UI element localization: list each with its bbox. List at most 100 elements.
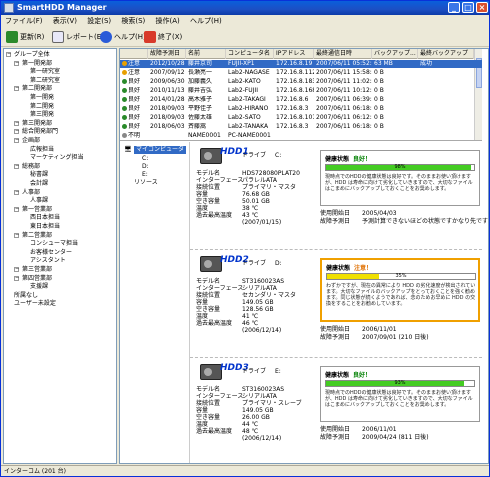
tree-item[interactable]: 総合開発部門 [22,128,58,136]
tree-item[interactable]: 第二営業部 [22,232,52,240]
tree-item[interactable]: 第二開発部 [22,85,52,93]
tree-item[interactable]: 第三開発部 [22,120,52,128]
spec-value: プライマリ・マスタ [242,184,297,191]
table-cell: Lab2-TANAKA [228,123,269,130]
table-cell: 172.16.8.168 [276,87,314,94]
tree-expand-icon[interactable]: − [14,138,19,143]
tree-expand-icon[interactable]: − [14,60,19,66]
tree-item[interactable]: 第一研究室 [30,68,60,76]
health-status: 良好！ [353,372,372,379]
computer-icon: 🖥 [124,146,132,153]
table-row[interactable]: 良好 2009/06/30 加藤義久 Lab2-KATO 172.16.8.183 200… [120,78,482,86]
table-cell: Lab2-TAKAGI [228,96,266,103]
maximize-button[interactable]: □ [462,2,474,13]
table-cell [148,132,186,140]
tree-expand-icon[interactable]: − [14,267,19,272]
help-button[interactable]: ヘルプ(H) [99,30,146,44]
tree-expand-icon[interactable]: − [14,86,19,92]
table-cell: 0 B [374,78,384,85]
tree-item[interactable]: アシスタント [30,257,66,265]
column-header[interactable]: コンピュータ名 [226,49,274,59]
status-text: 良好 [128,114,141,121]
menu-settings[interactable]: 設定(S) [83,15,115,27]
drive-tree-c[interactable]: C: [142,155,148,163]
tree-item[interactable]: 人事部 [22,189,40,197]
start-date: 2005/04/03 [362,210,397,217]
menu-search[interactable]: 検索(S) [117,15,149,27]
table-row[interactable]: 注意 2007/09/12 長瀬亮一 Lab2-NAGASE 172.16.8.112 2… [120,69,482,77]
tree-item[interactable]: ユーザー未設定 [14,300,56,308]
tree-item[interactable]: コンシューマ担当 [30,240,78,248]
column-header[interactable]: 最終バックアップ [418,49,474,59]
tree-expand-icon[interactable]: − [14,129,19,135]
tree-item[interactable]: 総務部 [22,163,40,171]
tree-item[interactable]: 第四営業部 [22,275,52,283]
status-dot-icon [122,70,127,75]
table-cell: 0 B [374,96,384,103]
menu-help[interactable]: ヘルプ(H) [186,15,226,27]
tree-item[interactable]: 第二開発 [30,103,54,111]
close-button[interactable]: × [476,2,488,13]
tree-item[interactable]: 第三営業部 [22,266,52,274]
table-row[interactable]: 良好 2018/09/03 平野佳子 Lab2-HIRANO 172.16.8.3 200… [120,105,482,113]
tree-expand-icon[interactable]: − [6,52,11,57]
tree-item[interactable]: お客様センター [30,249,72,257]
tree-item[interactable]: 第一開発 [30,94,54,102]
drive-letter: E: [275,368,281,375]
exit-button[interactable]: 終了(X) [143,30,182,44]
minimize-button[interactable]: _ [448,2,460,13]
tree-item[interactable]: 第二研究室 [30,77,60,85]
column-header[interactable]: IPアドレス [274,49,314,59]
tree-expand-icon[interactable]: − [14,275,19,281]
table-cell [314,132,372,140]
tree-item[interactable]: 人事課 [30,197,48,205]
column-header[interactable]: 故障予測日 [148,49,186,59]
update-button[interactable]: 更新(R) [5,30,44,44]
tree-item[interactable]: 西日本担当 [30,214,60,222]
tree-item[interactable]: 所属なし [14,292,38,300]
table-row[interactable]: 良好 2010/11/13 藤井吉弘 Lab2-FUJII 172.16.8.168 20… [120,87,482,95]
menu-view[interactable]: 表示(V) [49,15,81,27]
spec-value: (2007/01/15) [242,219,282,226]
table-row[interactable]: 注意 2012/10/28 藤井京司 FUJII-XP1 172.16.8.19 2007… [120,60,482,68]
tree-expand-icon[interactable]: − [14,163,19,169]
table-row[interactable]: 不明 NAME0001 PC-NAME0001 [120,132,482,140]
spec-label: モデル名 [196,170,221,177]
tree-item[interactable]: 第一開発部 [22,60,52,68]
spec-value: 76.68 GB [242,191,270,198]
column-header[interactable] [120,49,148,59]
tree-item[interactable]: 秘書課 [30,171,48,179]
tree-item[interactable]: 広報担当 [30,146,54,154]
column-header[interactable]: 名前 [186,49,226,59]
drive-tree-d[interactable]: D: [142,163,149,171]
spec-value: 149.05 GB [242,407,274,414]
status-text: 良好 [128,105,141,112]
spec-label: 過去最高温度 [196,428,233,435]
tree-item[interactable]: 第三開発 [30,111,54,119]
column-header[interactable]: 最終通信日時 [314,49,372,59]
column-header[interactable]: バックアップ... [372,49,418,59]
table-row[interactable]: 良好 2018/09/03 佐藤太雄 Lab2-SATO 172.16.8.101 200… [120,114,482,122]
tree-item[interactable]: 第一営業部 [22,206,52,214]
tree-expand-icon[interactable]: − [14,232,19,238]
drive-tree-resource[interactable]: リソース [134,179,158,187]
table-row[interactable]: 良好 2018/06/03 斉藤嵩 Lab2-TANAKA 172.16.8.3 2007… [120,123,482,131]
tree-expand-icon[interactable]: − [14,206,19,212]
tree-expand-icon[interactable]: − [14,189,19,195]
tree-item[interactable]: マーケティング担当 [30,154,84,162]
health-title-text: 健康状態 [325,372,350,379]
tree-item[interactable]: 東日本担当 [30,223,60,231]
tree-item[interactable]: 会計課 [30,180,48,188]
table-row[interactable]: 良好 2014/01/28 高木雅子 Lab2-TAKAGI 172.16.8.6 200… [120,96,482,104]
table-cell: 2009/06/30 [150,78,185,85]
menu-action[interactable]: 操作(A) [152,15,184,27]
tree-item[interactable]: 企画部 [22,137,40,145]
menu-file[interactable]: ファイル(F) [1,15,47,27]
drive-tree-root[interactable]: マイコンピュータ [134,146,187,154]
tree-item[interactable]: 支援課 [30,283,48,291]
health-bar: 98% [325,164,475,171]
tree-item[interactable]: グループ全体 [14,51,50,59]
tree-expand-icon[interactable]: − [14,120,19,126]
drive-tree-e[interactable]: E: [142,171,148,179]
health-status: 良好！ [353,156,372,163]
